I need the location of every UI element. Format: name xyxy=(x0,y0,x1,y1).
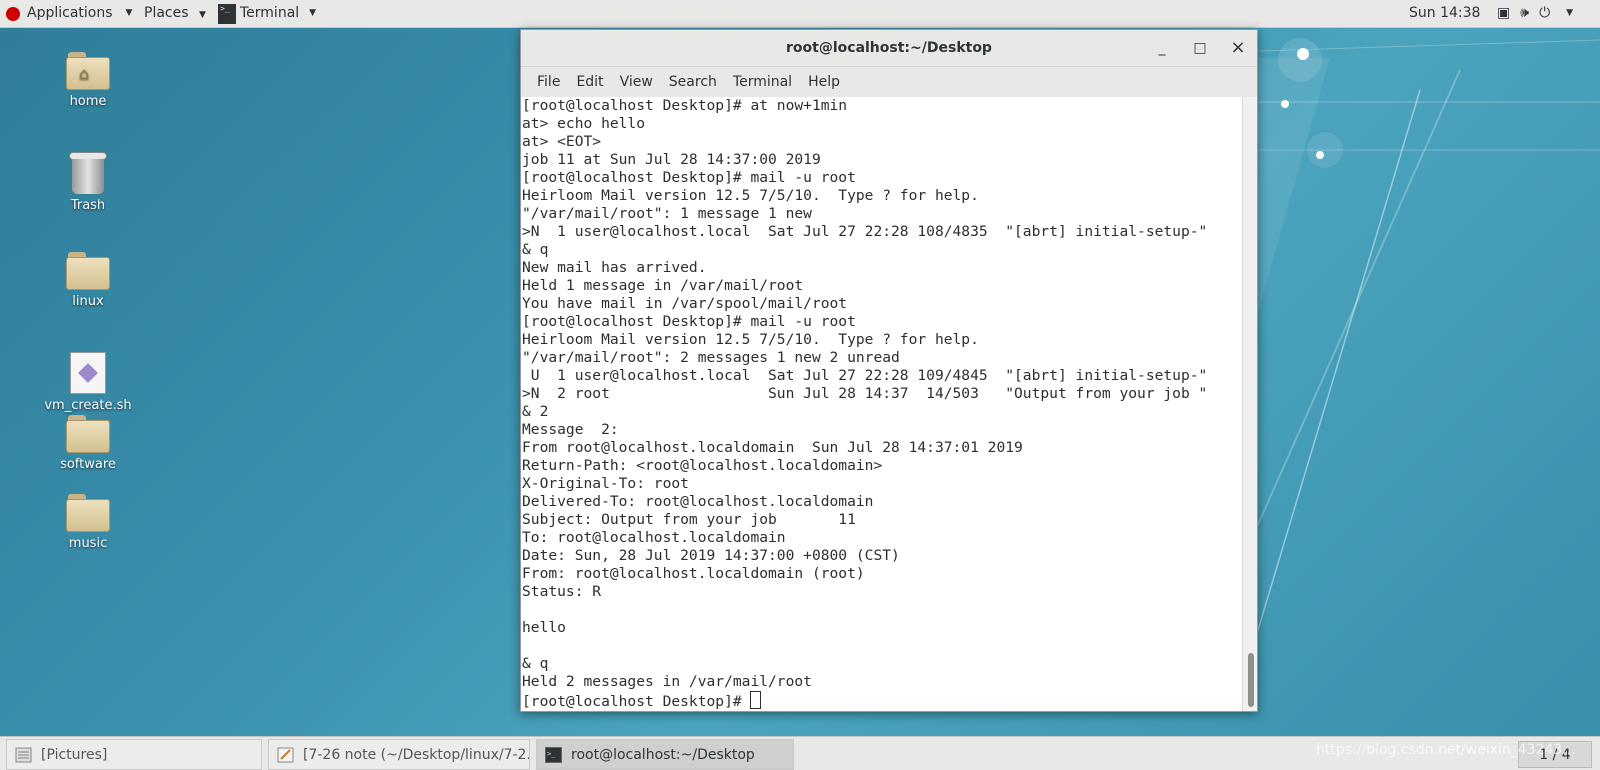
terminal-line: From root@localhost.localdomain Sun Jul … xyxy=(522,439,1023,456)
terminal-app-label: Terminal xyxy=(240,5,300,21)
terminal-line: Subject: Output from your job 11 xyxy=(522,511,856,528)
desktop-icon-trash[interactable]: Trash xyxy=(38,150,138,213)
applications-menu[interactable]: Applications ▼ xyxy=(6,0,132,27)
desktop-icon-vm-create[interactable]: vm_create.sh xyxy=(38,352,138,413)
terminal-icon: >_ xyxy=(545,747,562,763)
menu-help[interactable]: Help xyxy=(800,74,848,90)
home-folder-icon: ⌂ xyxy=(66,52,110,90)
terminal-window[interactable]: root@localhost:~/Desktop _ □ × File Edit… xyxy=(520,29,1258,712)
menu-terminal[interactable]: Terminal xyxy=(725,74,800,90)
terminal-line: & q xyxy=(522,241,549,258)
terminal-line: Message 2: xyxy=(522,421,619,438)
desktop-icon-home[interactable]: ⌂ home xyxy=(38,52,138,109)
script-file-icon xyxy=(70,352,106,394)
chevron-down-icon: ▼ xyxy=(125,8,133,18)
menu-view[interactable]: View xyxy=(612,74,661,90)
desktop-icon-label: home xyxy=(69,94,107,109)
terminal-line: Date: Sun, 28 Jul 2019 14:37:00 +0800 (C… xyxy=(522,547,900,564)
close-button[interactable]: × xyxy=(1223,30,1253,66)
task-label: root@localhost:~/Desktop xyxy=(571,747,755,763)
terminal-line: job 11 at Sun Jul 28 14:37:00 2019 xyxy=(522,151,821,168)
desktop-icon-software[interactable]: software xyxy=(38,415,138,472)
desktop-icon-label: vm_create.sh xyxy=(44,398,132,413)
terminal-line: To: root@localhost.localdomain xyxy=(522,529,786,546)
terminal-line: "/var/mail/root": 1 message 1 new xyxy=(522,205,812,222)
chevron-down-icon: ▼ xyxy=(1566,8,1574,18)
terminal-line: Held 2 messages in /var/mail/root xyxy=(522,673,812,690)
power-icon: ⏻ xyxy=(1539,5,1551,21)
chevron-down-icon: ▼ xyxy=(198,10,206,20)
terminal-line: X-Original-To: root xyxy=(522,475,689,492)
menu-file[interactable]: File xyxy=(529,74,568,90)
terminal-line: & 2 xyxy=(522,403,549,420)
task-label: [Pictures] xyxy=(41,747,108,763)
terminal-prompt: [root@localhost Desktop]# xyxy=(522,693,751,710)
menu-bar: File Edit View Search Terminal Help xyxy=(521,67,1257,98)
task-note-editor[interactable]: [7-26 note (~/Desktop/linux/7-2... xyxy=(268,739,530,770)
places-menu[interactable]: Places ▼ xyxy=(144,0,206,27)
top-panel: Applications ▼ Places ▼ >_ Terminal ▼ Su… xyxy=(0,0,1600,28)
file-manager-icon xyxy=(15,747,32,763)
terminal-line: at> echo hello xyxy=(522,115,646,132)
menu-search[interactable]: Search xyxy=(661,74,725,90)
minimize-button[interactable]: _ xyxy=(1147,30,1177,66)
terminal-line: Held 1 message in /var/mail/root xyxy=(522,277,804,294)
folder-icon xyxy=(66,494,110,532)
terminal-line: & q xyxy=(522,655,549,672)
desktop-icon-label: software xyxy=(60,457,116,472)
trash-icon xyxy=(69,150,107,194)
chevron-down-icon: ▼ xyxy=(309,8,317,18)
system-status-area[interactable]: ▣ 🕪 ⏻ ▼ xyxy=(1497,0,1573,27)
task-terminal[interactable]: >_ root@localhost:~/Desktop xyxy=(536,739,794,770)
task-pictures[interactable]: [Pictures] xyxy=(6,739,262,770)
terminal-line: Return-Path: <root@localhost.localdomain… xyxy=(522,457,883,474)
menu-edit[interactable]: Edit xyxy=(568,74,611,90)
terminal-line: hello xyxy=(522,619,566,636)
folder-icon xyxy=(66,252,110,290)
terminal-line: You have mail in /var/spool/mail/root xyxy=(522,295,848,312)
text-cursor xyxy=(750,691,762,709)
volume-icon: 🕪 xyxy=(1520,5,1530,21)
desktop-icon-label: Trash xyxy=(70,198,106,213)
terminal-app-menu[interactable]: >_ Terminal ▼ xyxy=(218,0,316,27)
folder-icon xyxy=(66,415,110,453)
applications-label: Applications xyxy=(27,5,113,21)
terminal-line: Heirloom Mail version 12.5 7/5/10. Type … xyxy=(522,331,979,348)
terminal-line: From: root@localhost.localdomain (root) xyxy=(522,565,865,582)
maximize-button[interactable]: □ xyxy=(1185,30,1215,66)
terminal-output[interactable]: [root@localhost Desktop]# at now+1min at… xyxy=(521,97,1243,711)
screen-icon: ▣ xyxy=(1497,5,1511,21)
desktop-icon-label: music xyxy=(68,536,108,551)
terminal-line: Status: R xyxy=(522,583,602,600)
places-label: Places xyxy=(144,5,189,21)
terminal-line: U 1 user@localhost.local Sat Jul 27 22:2… xyxy=(522,367,1208,384)
desktop-icon-linux[interactable]: linux xyxy=(38,252,138,309)
redhat-logo-icon xyxy=(6,6,20,21)
terminal-line: [root@localhost Desktop]# at now+1min xyxy=(522,97,848,114)
terminal-line: [root@localhost Desktop]# mail -u root xyxy=(522,313,856,330)
scrollbar[interactable] xyxy=(1242,97,1257,711)
terminal-icon: >_ xyxy=(218,3,236,24)
clock[interactable]: Sun 14:38 xyxy=(1409,0,1480,27)
desktop-icon-music[interactable]: music xyxy=(38,494,138,551)
terminal-line: >N 1 user@localhost.local Sat Jul 27 22:… xyxy=(522,223,1208,240)
terminal-line: Heirloom Mail version 12.5 7/5/10. Type … xyxy=(522,187,979,204)
terminal-line: New mail has arrived. xyxy=(522,259,707,276)
watermark-text: https://blog.csdn.net/weixin_43243... xyxy=(1316,742,1576,758)
terminal-line: at> <EOT> xyxy=(522,133,602,150)
terminal-line: Delivered-To: root@localhost.localdomain xyxy=(522,493,874,510)
text-editor-icon xyxy=(277,747,294,763)
terminal-text: [root@localhost Desktop]# at now+1min at… xyxy=(521,97,1243,711)
task-label: [7-26 note (~/Desktop/linux/7-2... xyxy=(303,747,530,763)
svg-text:>_: >_ xyxy=(547,750,556,758)
window-titlebar[interactable]: root@localhost:~/Desktop _ □ × xyxy=(521,30,1257,67)
scrollbar-thumb[interactable] xyxy=(1248,653,1254,707)
terminal-line: "/var/mail/root": 2 messages 1 new 2 unr… xyxy=(522,349,900,366)
terminal-line: >N 2 root Sun Jul 28 14:37 14/503 "Outpu… xyxy=(522,385,1208,402)
terminal-line: [root@localhost Desktop]# mail -u root xyxy=(522,169,856,186)
desktop-icon-label: linux xyxy=(72,294,104,309)
